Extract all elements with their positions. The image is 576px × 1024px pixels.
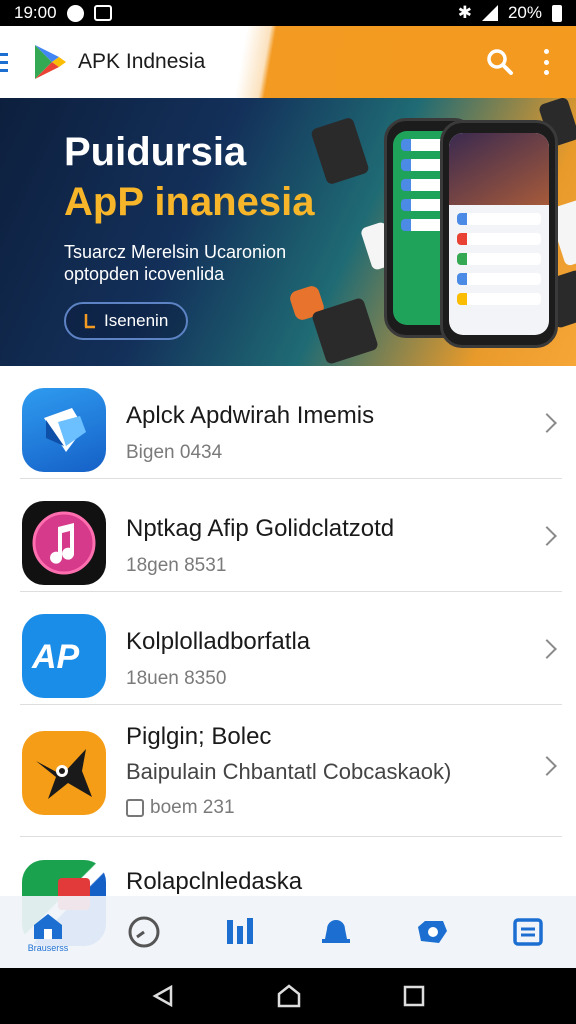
banner-button[interactable]: Isenenin [64,302,188,340]
banner-button-label: Isenenin [104,311,169,330]
app-meta: 18gen 8531 [126,555,227,576]
library-icon [513,918,543,946]
recents-icon[interactable] [403,985,425,1007]
nav-camera[interactable] [402,902,462,962]
battery-icon [552,4,562,22]
app-meta-row: boem 231 [126,797,235,819]
bottom-nav: Brauserss [0,896,576,968]
app-description: Baipulain Chbantatl Cobcaskaok) [126,759,452,784]
more-options-icon[interactable] [544,49,550,75]
camera-icon [418,921,447,943]
list-item[interactable]: Nptkag Afip Golidclatzotd 18gen 8531 [20,479,562,592]
status-right: ✱ 20% [458,3,562,23]
back-icon[interactable] [151,984,175,1008]
chevron-right-icon [537,756,557,776]
app-list: Aplck Apdwirah Imemis Bigen 0434 Nptkag … [0,366,576,837]
app-bar: APK Indnesia [0,26,576,98]
chevron-right-icon [537,639,557,659]
nav-home-label: Brauserss [27,943,69,953]
nav-categories[interactable] [210,902,270,962]
app-name: Kolplolladborfatla [126,628,311,655]
app-meta: boem 231 [150,797,235,818]
chevron-right-icon [537,413,557,433]
download-icon [84,314,95,329]
banner-title: Puidursia [64,130,247,174]
home-button-icon[interactable] [276,984,302,1008]
signal-icon [481,5,498,21]
banner-subtitle: Tsuarcz Merelsin Ucaronion [64,242,287,262]
banner-title-highlight: ApP inanesia [64,180,315,224]
gallery-icon [93,5,112,21]
app-name: Aplck Apdwirah Imemis [126,402,375,429]
list-item[interactable]: AP Kolplolladborfatla 18uen 8350 [20,592,562,705]
bluetooth-icon: ✱ [457,3,472,22]
chevron-right-icon [537,526,557,546]
promo-banner[interactable]: Puidursia ApP inanesia Tsuarcz Merelsin … [0,98,576,366]
nav-home[interactable]: Brauserss [18,902,78,962]
list-item[interactable]: Aplck Apdwirah Imemis Bigen 0434 [20,366,562,479]
status-left: 19:00 [14,3,112,23]
app-actions [486,48,550,76]
categories-icon [227,918,253,944]
app-name: Piglgin; Bolec [126,723,272,750]
status-bar: 19:00 ✱ 20% [0,0,576,26]
system-nav-bar [0,968,576,1024]
ap-logo-icon: AP [22,614,106,698]
battery-percent: 20% [507,3,542,22]
list-item[interactable]: Piglgin; Bolec Baipulain Chbantatl Cobca… [20,705,562,837]
app-meta: 18uen 8350 [126,668,227,689]
nav-library[interactable] [498,902,558,962]
app-shield-icon [22,388,106,472]
screen: 19:00 ✱ 20% APK Indnesia Puidursia ApP i… [0,0,576,1024]
ninja-icon [22,731,106,815]
music-icon [22,501,106,585]
clock-icon [128,916,160,948]
bell-icon [322,920,350,943]
play-store-logo-icon [35,45,66,79]
app-name: Rolapclnledaska [126,868,303,895]
notification-icon [66,4,84,22]
status-time: 19:00 [14,3,57,22]
app-meta: Bigen 0434 [126,442,223,463]
nav-notifications[interactable] [306,902,366,962]
banner-subtitle: optopden icovenlida [64,264,225,284]
app-name: Nptkag Afip Golidclatzotd [126,515,395,542]
home-icon [34,914,62,939]
file-icon [126,799,144,817]
search-icon[interactable] [486,48,514,76]
menu-icon[interactable] [0,52,22,72]
svg-text:AP: AP [31,638,80,676]
phone-mockup [440,120,558,348]
decor-tile [310,116,370,186]
app-title: APK Indnesia [78,50,206,73]
nav-updates[interactable] [114,902,174,962]
